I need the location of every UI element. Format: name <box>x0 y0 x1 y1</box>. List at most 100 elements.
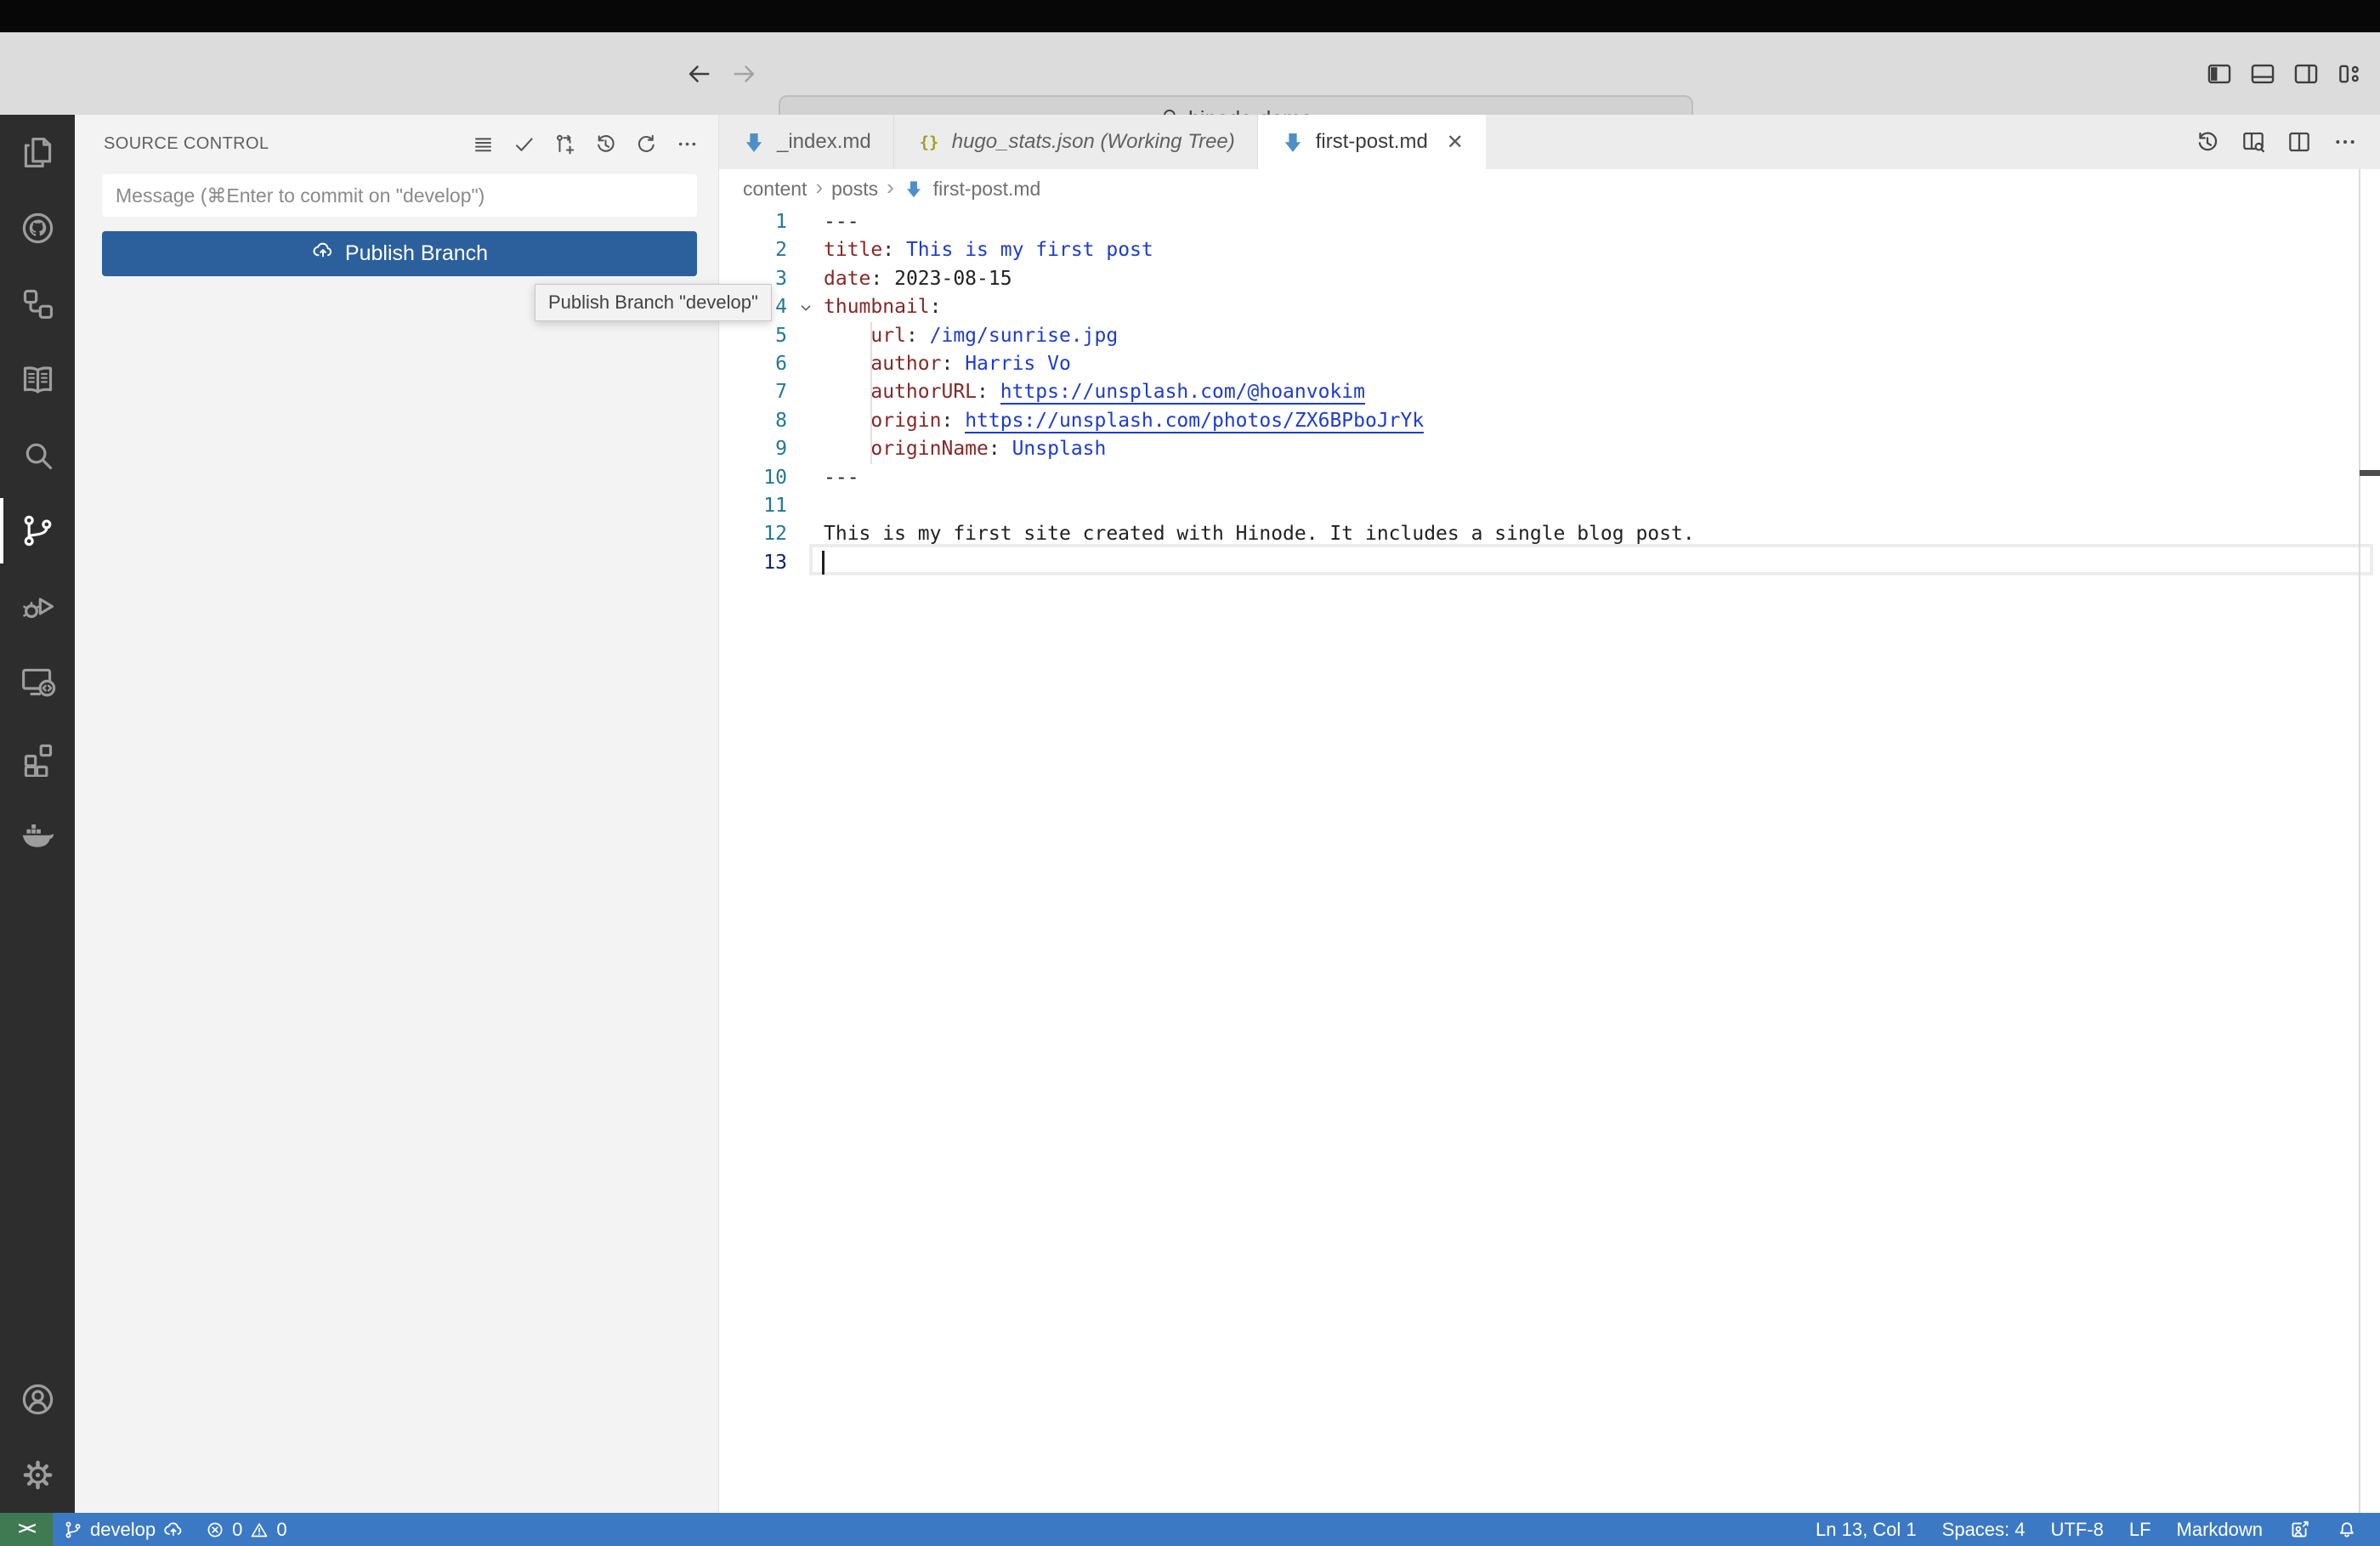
line-number: 5 <box>775 324 787 347</box>
create-pull-request-icon <box>556 134 574 154</box>
breadcrumb-item[interactable]: posts <box>831 178 878 201</box>
refresh-button[interactable] <box>633 131 659 156</box>
breadcrumb-separator: › <box>887 174 894 200</box>
code-line[interactable]: 11 <box>719 492 2380 520</box>
status-bell[interactable] <box>2326 1513 2368 1546</box>
history-back-button[interactable] <box>680 55 717 93</box>
activity-settings-gear[interactable] <box>0 1437 75 1513</box>
more-actions-button[interactable] <box>2331 127 2360 156</box>
line-text: date: 2023-08-15 <box>824 267 1012 290</box>
line-text: url: /img/sunrise.jpg <box>870 324 1119 347</box>
editor-tab-bar: _index.md {} hugo_stats.json (Working Tree… <box>719 115 2380 169</box>
activity-github[interactable] <box>0 190 75 266</box>
code-line[interactable]: 8 origin: https://unsplash.com/photos/ZX… <box>719 407 2380 435</box>
layout-sidebar-right-button[interactable] <box>2291 59 2321 89</box>
history-icon <box>597 134 615 152</box>
history-button[interactable] <box>592 131 618 156</box>
status-feedback[interactable] <box>2278 1513 2320 1546</box>
feedback-icon <box>2292 1521 2309 1538</box>
activity-explorer[interactable] <box>0 115 75 190</box>
more-actions-button[interactable] <box>674 131 700 156</box>
code-line[interactable]: 13 <box>719 549 2380 577</box>
tab--index-md[interactable]: _index.md <box>719 115 894 169</box>
docs-book-icon <box>23 366 52 394</box>
line-text: title: This is my first post <box>824 239 1153 262</box>
code-line[interactable]: 4 thumbnail: <box>719 293 2380 321</box>
line-number: 6 <box>775 352 787 375</box>
tab-hugo-stats-json-working-tree-[interactable]: {} hugo_stats.json (Working Tree) <box>894 115 1258 169</box>
tab-first-post-md[interactable]: first-post.md ✕ <box>1257 115 1487 169</box>
cloud-upload-icon <box>313 242 332 258</box>
breadcrumb-item[interactable]: first-post.md <box>933 178 1041 201</box>
gutter-space <box>787 236 824 264</box>
activity-extensions[interactable] <box>0 720 75 796</box>
publish-branch-button[interactable]: Publish Branch <box>102 231 697 276</box>
activity-account[interactable] <box>0 1362 75 1437</box>
activity-docker[interactable] <box>0 796 75 871</box>
activity-project-hierarchy[interactable] <box>0 266 75 342</box>
line-number: 7 <box>775 381 787 404</box>
activity-source-control[interactable] <box>0 493 75 569</box>
code-editor[interactable]: 1 --- 2 title: This is my first post 3 date: … <box>719 208 2380 1513</box>
code-line[interactable]: 1 --- <box>719 208 2380 236</box>
sidebar-title: SOURCE CONTROL <box>104 133 269 153</box>
overview-ruler[interactable] <box>2359 169 2360 1513</box>
activity-docs-book[interactable] <box>0 342 75 417</box>
activity-search[interactable] <box>0 417 75 493</box>
sidebar-header: SOURCE CONTROL <box>104 128 700 159</box>
activity-remote-explorer[interactable] <box>0 644 75 720</box>
overview-ruler-cursor-marker <box>2360 470 2380 476</box>
tab-label: first-post.md <box>1315 130 1428 153</box>
layout-customize-button[interactable] <box>2334 59 2365 89</box>
timeline-history-button[interactable] <box>2193 127 2222 156</box>
code-line[interactable]: 9 originName: Unsplash <box>719 435 2380 463</box>
gutter-space <box>787 265 824 293</box>
code-line[interactable]: 6 author: Harris Vo <box>719 350 2380 378</box>
remote-explorer-icon <box>21 668 55 697</box>
gutter-space <box>787 350 824 378</box>
source-control-sidebar: SOURCE CONTROL Publish Branch <box>75 115 719 1513</box>
code-line[interactable]: 12 This is my first site created with Hin… <box>719 520 2380 548</box>
view-as-list-icon <box>474 137 491 151</box>
layout-sidebar-left-button[interactable] <box>2204 59 2235 89</box>
history-nav <box>680 32 763 115</box>
layout-panel-button[interactable] <box>2247 59 2278 89</box>
breadcrumb-item[interactable]: content <box>743 178 807 201</box>
line-number: 10 <box>763 466 787 489</box>
split-editor-button[interactable] <box>2285 127 2314 156</box>
code-line[interactable]: 3 date: 2023-08-15 <box>719 265 2380 293</box>
activity-run-debug[interactable] <box>0 569 75 644</box>
status-indentation[interactable]: Spaces: 4 <box>1932 1513 2036 1546</box>
code-line[interactable]: 7 authorURL: https://unsplash.com/@hoanv… <box>719 378 2380 406</box>
code-line[interactable]: 10 --- <box>719 464 2380 492</box>
create-pull-request-button[interactable] <box>552 131 577 156</box>
layout-sidebar-left-icon <box>2207 64 2231 83</box>
open-preview-side-button[interactable] <box>2239 127 2268 156</box>
status-language-mode[interactable]: Markdown <box>2167 1513 2273 1546</box>
status-encoding[interactable]: UTF-8 <box>2041 1513 2114 1546</box>
code-line[interactable]: 5 url: /img/sunrise.jpg <box>719 322 2380 350</box>
tab-label: _index.md <box>777 130 871 153</box>
view-as-list-button[interactable] <box>470 131 496 156</box>
status-eol[interactable]: LF <box>2119 1513 2162 1546</box>
editor-area: _index.md {} hugo_stats.json (Working Tree… <box>719 115 2380 1513</box>
commit-check-button[interactable] <box>511 131 536 156</box>
arrow-left-icon <box>688 65 710 82</box>
gutter-space <box>787 549 824 577</box>
more-actions-icon <box>678 142 695 145</box>
code-line[interactable]: 2 title: This is my first post <box>719 236 2380 264</box>
docker-icon <box>22 824 54 847</box>
scm-toolbar <box>470 131 700 156</box>
branch-status[interactable]: develop <box>53 1513 195 1546</box>
close-tab-icon[interactable]: ✕ <box>1447 130 1464 155</box>
branch-name: develop <box>90 1518 156 1540</box>
problems-status[interactable]: 00 <box>195 1513 298 1546</box>
status-cursor-position[interactable]: Ln 13, Col 1 <box>1805 1513 1927 1546</box>
commit-message-input[interactable] <box>102 174 697 217</box>
account-icon <box>22 1384 53 1415</box>
line-number: 11 <box>763 494 787 517</box>
fold-chevron-icon[interactable] <box>787 293 824 321</box>
remote-indicator[interactable]: >< <box>0 1513 53 1546</box>
explorer-icon <box>24 137 51 168</box>
history-forward-button[interactable] <box>726 55 763 93</box>
